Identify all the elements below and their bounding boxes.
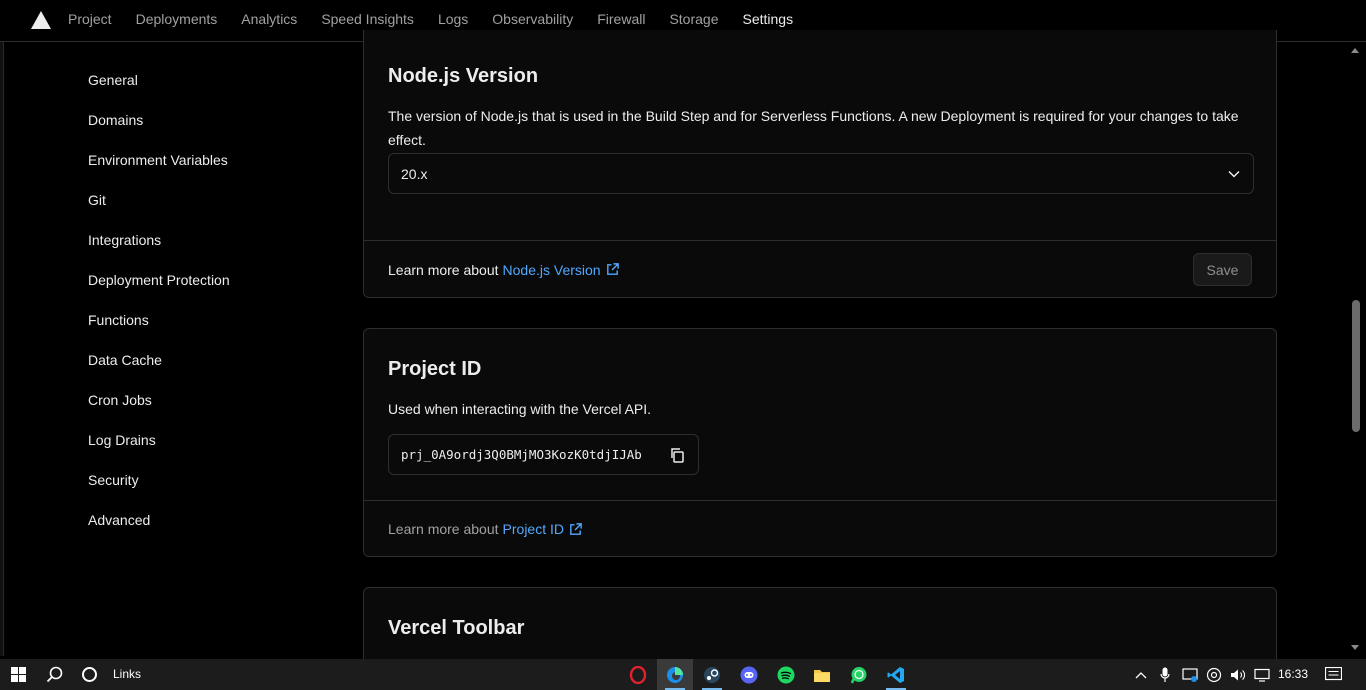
project-id-link-label: Project ID — [502, 521, 564, 537]
nodejs-version-footer: Learn more about Node.js Version Save — [364, 240, 1276, 297]
project-id-value: prj_0A9ordj3Q0BMjMO3KozK0tdjIJAb — [401, 447, 642, 462]
taskbar-opera-icon[interactable] — [620, 659, 656, 690]
scrollbar-thumb[interactable] — [1352, 300, 1360, 432]
cortana-icon[interactable] — [81, 666, 98, 683]
network-icon[interactable] — [1205, 659, 1223, 690]
taskbar-whatsapp-icon[interactable] — [841, 659, 877, 690]
tab-project[interactable]: Project — [56, 0, 124, 42]
display-icon[interactable] — [1253, 659, 1271, 690]
taskbar-spotify-icon[interactable] — [768, 659, 804, 690]
scroll-up-arrow-icon[interactable] — [1351, 48, 1359, 53]
project-id-card: Project ID Used when interacting with th… — [363, 328, 1277, 557]
volume-icon[interactable] — [1229, 659, 1247, 690]
sidebar-item-cron-jobs[interactable]: Cron Jobs — [88, 380, 328, 420]
nodejs-version-select-value: 20.x — [401, 165, 428, 182]
sidebar-item-git[interactable]: Git — [88, 180, 328, 220]
nodejs-version-card: Node.js Version The version of Node.js t… — [363, 30, 1277, 298]
taskbar-vscode-icon[interactable] — [878, 659, 914, 690]
notifications-icon[interactable] — [1322, 659, 1344, 690]
show-hidden-icons-chevron-icon[interactable] — [1133, 659, 1149, 690]
sidebar-item-data-cache[interactable]: Data Cache — [88, 340, 328, 380]
taskbar-file-explorer-icon[interactable] — [804, 659, 840, 690]
project-id-title: Project ID — [388, 358, 482, 380]
windows-taskbar: Links 16:33 — [0, 659, 1366, 690]
sidebar-item-log-drains[interactable]: Log Drains — [88, 420, 328, 460]
page-scrollbar[interactable] — [1347, 42, 1364, 656]
project-id-field: prj_0A9ordj3Q0BMjMO3KozK0tdjIJAb — [388, 434, 699, 475]
window-edge — [0, 42, 4, 656]
nodejs-version-body: Node.js Version The version of Node.js t… — [364, 30, 1276, 240]
tab-deployments[interactable]: Deployments — [124, 0, 230, 42]
windows-start-icon[interactable] — [11, 667, 26, 682]
microphone-icon[interactable] — [1157, 659, 1173, 690]
taskbar-links-label[interactable]: Links — [113, 667, 141, 681]
save-button[interactable]: Save — [1193, 253, 1252, 286]
settings-sidebar: General Domains Environment Variables Gi… — [88, 60, 328, 540]
taskbar-steam-icon[interactable] — [694, 659, 730, 690]
sidebar-item-general[interactable]: General — [88, 60, 328, 100]
nodejs-version-description: The version of Node.js that is used in t… — [388, 108, 1239, 148]
sidebar-item-deployment-protection[interactable]: Deployment Protection — [88, 260, 328, 300]
external-link-icon — [570, 522, 582, 535]
nodejs-version-link-label: Node.js Version — [502, 261, 601, 278]
device-status-icon[interactable] — [1181, 659, 1199, 690]
sidebar-item-environment-variables[interactable]: Environment Variables — [88, 140, 328, 180]
sidebar-item-integrations[interactable]: Integrations — [88, 220, 328, 260]
nodejs-version-title: Node.js Version — [388, 65, 539, 87]
scroll-down-arrow-icon[interactable] — [1351, 645, 1359, 650]
project-id-footer: Learn more about Project ID — [364, 500, 1276, 556]
footer-learn-more-text: Learn more about — [388, 261, 499, 278]
sidebar-item-advanced[interactable]: Advanced — [88, 500, 328, 540]
project-id-description: Used when interacting with the Vercel AP… — [388, 401, 652, 417]
tab-analytics[interactable]: Analytics — [229, 0, 309, 42]
vercel-toolbar-card: Vercel Toolbar — [363, 587, 1277, 667]
vercel-logo-icon[interactable] — [31, 11, 51, 29]
sidebar-item-domains[interactable]: Domains — [88, 100, 328, 140]
taskbar-discord-icon[interactable] — [731, 659, 767, 690]
copy-icon[interactable] — [668, 446, 686, 464]
sidebar-item-functions[interactable]: Functions — [88, 300, 328, 340]
chevron-down-icon — [1228, 170, 1240, 178]
footer-learn-more-text: Learn more about — [388, 521, 499, 537]
vercel-toolbar-title: Vercel Toolbar — [388, 617, 525, 639]
taskbar-edge-icon[interactable] — [657, 659, 693, 690]
nodejs-version-docs-link[interactable]: Node.js Version — [503, 262, 620, 278]
project-id-body: Project ID Used when interacting with th… — [364, 329, 1276, 500]
taskbar-clock[interactable]: 16:33 — [1278, 667, 1308, 681]
search-icon[interactable] — [46, 666, 63, 683]
external-link-icon — [606, 263, 619, 275]
sidebar-item-security[interactable]: Security — [88, 460, 328, 500]
nodejs-version-select[interactable]: 20.x — [388, 153, 1254, 194]
project-id-docs-link[interactable]: Project ID — [503, 521, 583, 537]
